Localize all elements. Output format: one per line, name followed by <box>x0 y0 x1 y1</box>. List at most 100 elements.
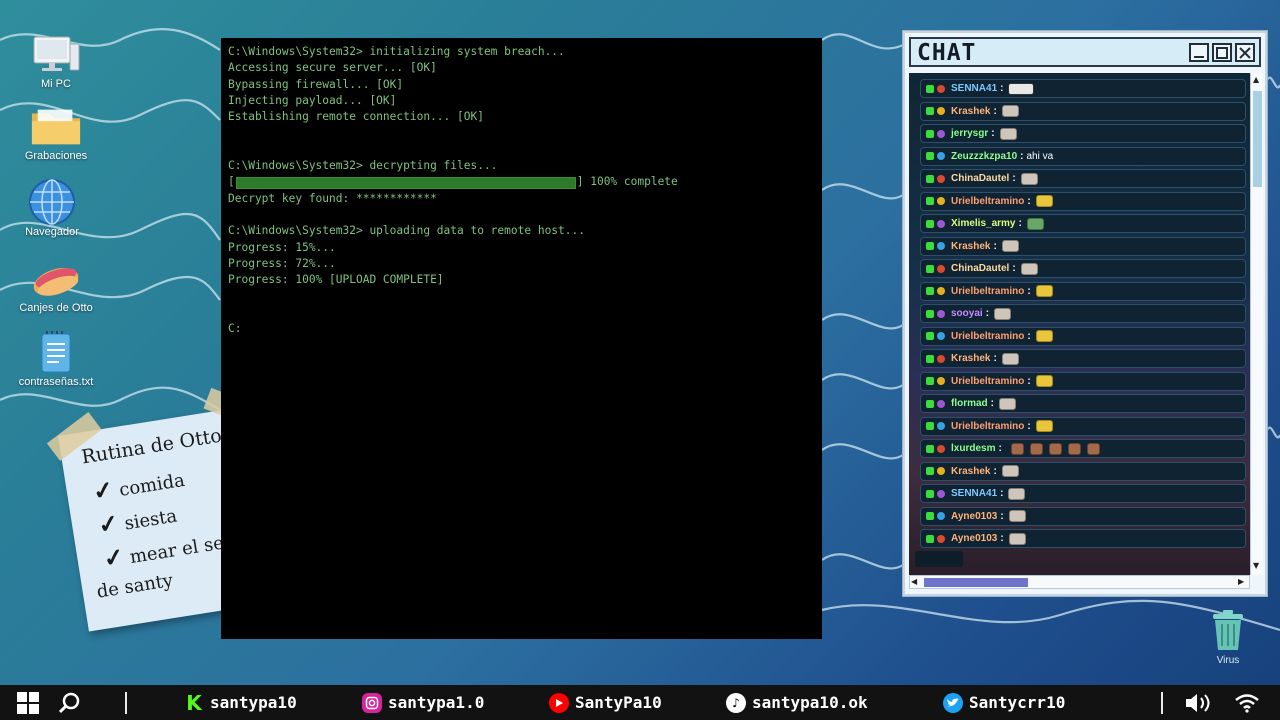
chat-message: Urielbeltramino: <box>920 371 1246 391</box>
chat-username[interactable]: Krashek <box>951 106 990 117</box>
subscriber-badge-icon <box>937 354 945 363</box>
maximize-button[interactable] <box>1212 43 1232 62</box>
volume-button[interactable] <box>1184 685 1212 720</box>
chat-horizontal-scrollbar[interactable]: ◀ ▶ <box>909 575 1250 589</box>
chat-username[interactable]: Ayne0103 <box>951 511 997 522</box>
chat-username[interactable]: lxurdesm <box>951 443 995 454</box>
chat-username[interactable]: Urielbeltramino <box>951 376 1024 387</box>
social-twitter[interactable]: Santycrr10 <box>943 685 1065 720</box>
chat-username[interactable]: Zeuzzzkzpa10 <box>951 151 1017 162</box>
start-button[interactable] <box>17 685 39 720</box>
chat-separator: : <box>1000 510 1004 522</box>
chat-username[interactable]: SENNA41 <box>951 83 997 94</box>
desktop-icon-canjes-de-otto[interactable]: Canjes de Otto <box>11 256 101 314</box>
chat-username[interactable]: Urielbeltramino <box>951 286 1024 297</box>
desktop-icon-grabaciones[interactable]: Grabaciones <box>11 104 101 162</box>
chat-separator: : <box>1000 83 1004 94</box>
chat-username[interactable]: ChinaDautel <box>951 173 1009 184</box>
terminal-window[interactable]: C:\Windows\System32> initializing system… <box>221 38 822 639</box>
chat-username[interactable]: Ximelis_army <box>951 218 1016 229</box>
desktop-icon-virus[interactable]: Virus <box>1196 608 1260 666</box>
scroll-right-arrow-icon[interactable]: ▶ <box>1238 577 1244 587</box>
scroll-left-arrow-icon[interactable]: ◀ <box>911 577 917 587</box>
kick-badge-icon <box>926 309 934 318</box>
scrollbar-thumb[interactable] <box>1253 91 1262 187</box>
terminal-line: Injecting payload... [OK] <box>228 93 397 107</box>
sticky-note-title: Rutina de Otto <box>79 424 224 469</box>
terminal-progress-line: [] 100% complete <box>228 175 678 189</box>
social-youtube[interactable]: SantyPa10 <box>549 685 662 720</box>
subscriber-badge-icon <box>937 84 945 93</box>
terminal-prompt[interactable]: C: <box>228 321 815 337</box>
chat-vertical-scrollbar[interactable]: ▲ ▼ <box>1250 73 1263 575</box>
emote-icon <box>1067 442 1081 455</box>
subscriber-badge-icon <box>937 309 945 318</box>
chat-title: CHAT <box>917 40 977 66</box>
close-button[interactable] <box>1235 43 1255 62</box>
chat-separator: : <box>1000 488 1004 499</box>
wifi-button[interactable] <box>1234 685 1260 720</box>
subscriber-badge-icon <box>937 489 945 498</box>
kick-badge-icon <box>926 174 934 183</box>
progress-bar <box>235 176 576 189</box>
subscriber-badge-icon <box>937 152 945 160</box>
scrollbar-thumb[interactable] <box>924 578 1028 587</box>
subscriber-badge-icon <box>937 129 945 138</box>
chat-username[interactable]: Krashek <box>951 241 990 252</box>
chat-username[interactable]: Urielbeltramino <box>951 196 1024 207</box>
social-kick[interactable]: K santypa10 <box>184 685 296 720</box>
desktop-icon-contrasenas[interactable]: contraseñas.txt <box>11 330 101 388</box>
terminal-line: Progress: 72%... <box>228 256 336 270</box>
chat-username[interactable]: Urielbeltramino <box>951 421 1024 432</box>
chat-message: Ayne0103: <box>920 529 1246 548</box>
chat-username[interactable]: Urielbeltramino <box>951 331 1024 342</box>
chat-username[interactable]: SENNA41 <box>951 488 997 499</box>
minimize-icon <box>1194 55 1204 58</box>
terminal-line: Bypassing firewall... [OK] <box>228 77 404 91</box>
chat-separator: : <box>1012 263 1016 274</box>
chat-username[interactable]: jerrysgr <box>951 128 988 139</box>
subscriber-badge-icon <box>937 264 945 273</box>
social-tiktok[interactable]: ♪ santypa10.ok <box>726 685 868 720</box>
chat-message: sooyai: <box>920 304 1246 323</box>
emote-icon <box>999 397 1017 410</box>
chat-separator: : <box>1027 420 1031 432</box>
chat-username[interactable]: Krashek <box>951 353 990 364</box>
taskbar: K santypa10 santypa1.0 SantyPa10 ♪ santy… <box>0 685 1280 720</box>
recycle-bin-icon <box>1213 610 1243 650</box>
minimize-button[interactable] <box>1189 43 1209 62</box>
scroll-down-arrow-icon[interactable]: ▼ <box>1253 561 1259 571</box>
chat-window[interactable]: CHAT SENNA41: Krashek: jerrysgr: Zeuzzzkzpa… <box>903 31 1267 596</box>
chat-username[interactable]: sooyai <box>951 308 983 319</box>
desktop-icon-mi-pc[interactable]: Mi PC <box>11 32 101 90</box>
chat-username[interactable]: ChinaDautel <box>951 263 1009 274</box>
desktop-icon-navegador[interactable]: Navegador <box>7 179 97 238</box>
search-button[interactable] <box>58 685 80 720</box>
chat-username[interactable]: Krashek <box>951 466 990 477</box>
scroll-up-arrow-icon[interactable]: ▲ <box>1253 75 1259 85</box>
kick-badge-icon <box>926 444 934 453</box>
social-instagram[interactable]: santypa1.0 <box>362 685 484 720</box>
chat-message-list[interactable]: SENNA41: Krashek: jerrysgr: Zeuzzzkzpa10: ah… <box>909 73 1250 575</box>
subscriber-badge-icon <box>937 467 945 475</box>
subscriber-badge-icon <box>937 377 945 385</box>
twitter-icon <box>943 692 963 713</box>
kick-badge-icon <box>926 377 934 385</box>
emote-icon <box>1008 487 1026 500</box>
chat-input[interactable] <box>915 551 963 567</box>
chat-title-bar[interactable]: CHAT <box>909 37 1261 67</box>
maximize-icon <box>1216 46 1228 59</box>
chat-message: SENNA41: <box>920 79 1246 98</box>
terminal-line: C:\Windows\System32> decrypting files... <box>228 159 498 173</box>
chat-username[interactable]: Ayne0103 <box>951 533 997 544</box>
emote-icon <box>1008 82 1035 95</box>
chat-username[interactable]: flormad <box>951 398 988 409</box>
terminal-line: Establishing remote connection... [OK] <box>228 110 484 124</box>
emote-icon <box>1035 420 1053 432</box>
wifi-icon <box>1235 693 1259 713</box>
